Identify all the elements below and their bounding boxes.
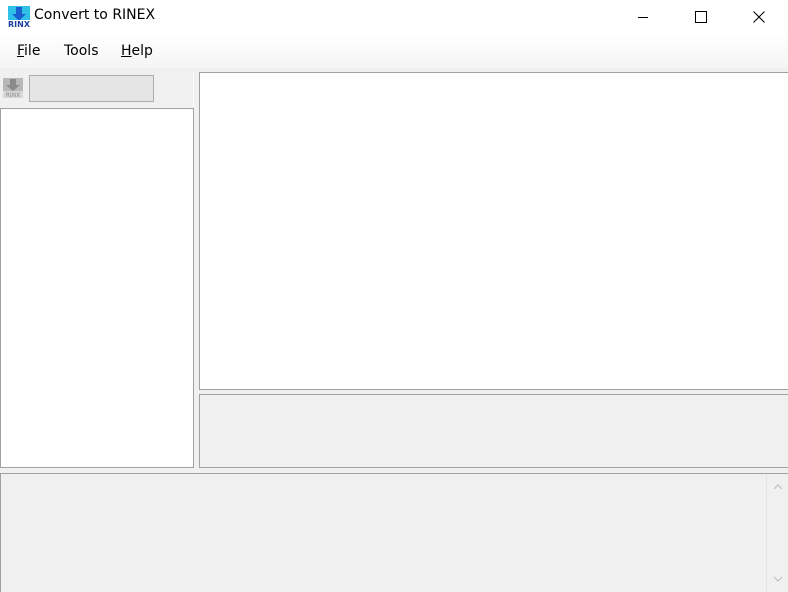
- menu-help-mnemonic: H: [121, 43, 132, 59]
- menu-help-rest: elp: [131, 43, 153, 59]
- menu-file-mnemonic: F: [17, 43, 25, 59]
- convert-button[interactable]: RINX: [3, 78, 23, 99]
- maximize-icon: [695, 11, 707, 23]
- info-panel: [199, 394, 788, 468]
- close-button[interactable]: [730, 0, 788, 34]
- horizontal-splitter[interactable]: [0, 470, 788, 472]
- menu-file[interactable]: File: [17, 43, 40, 59]
- title-bar[interactable]: RINX Convert to RINEX: [0, 0, 788, 34]
- svg-text:RINX: RINX: [6, 92, 21, 98]
- log-vertical-scrollbar[interactable]: [766, 474, 788, 592]
- menu-file-rest: ile: [24, 43, 41, 59]
- svg-text:RINX: RINX: [8, 20, 30, 28]
- menu-tools[interactable]: Tools: [64, 43, 99, 59]
- window-title: Convert to RINEX: [34, 7, 156, 23]
- main-content-panel[interactable]: [199, 72, 788, 390]
- close-icon: [753, 11, 765, 23]
- minimize-icon: [638, 17, 648, 18]
- menu-bar: File Tools Help: [0, 34, 788, 68]
- file-list-panel[interactable]: [0, 108, 194, 468]
- chevron-up-icon: [773, 484, 782, 490]
- rinex-download-icon: RINX: [8, 6, 30, 28]
- menu-tools-label: Tools: [64, 43, 99, 59]
- log-panel[interactable]: [0, 473, 788, 592]
- rinex-convert-icon: RINX: [3, 78, 23, 99]
- format-combo[interactable]: [29, 75, 154, 102]
- menu-help[interactable]: Help: [121, 43, 153, 59]
- scroll-up-button[interactable]: [767, 478, 788, 496]
- maximize-button[interactable]: [672, 0, 730, 34]
- chevron-down-icon: [773, 576, 782, 582]
- minimize-button[interactable]: [614, 0, 672, 34]
- scroll-down-button[interactable]: [767, 570, 788, 588]
